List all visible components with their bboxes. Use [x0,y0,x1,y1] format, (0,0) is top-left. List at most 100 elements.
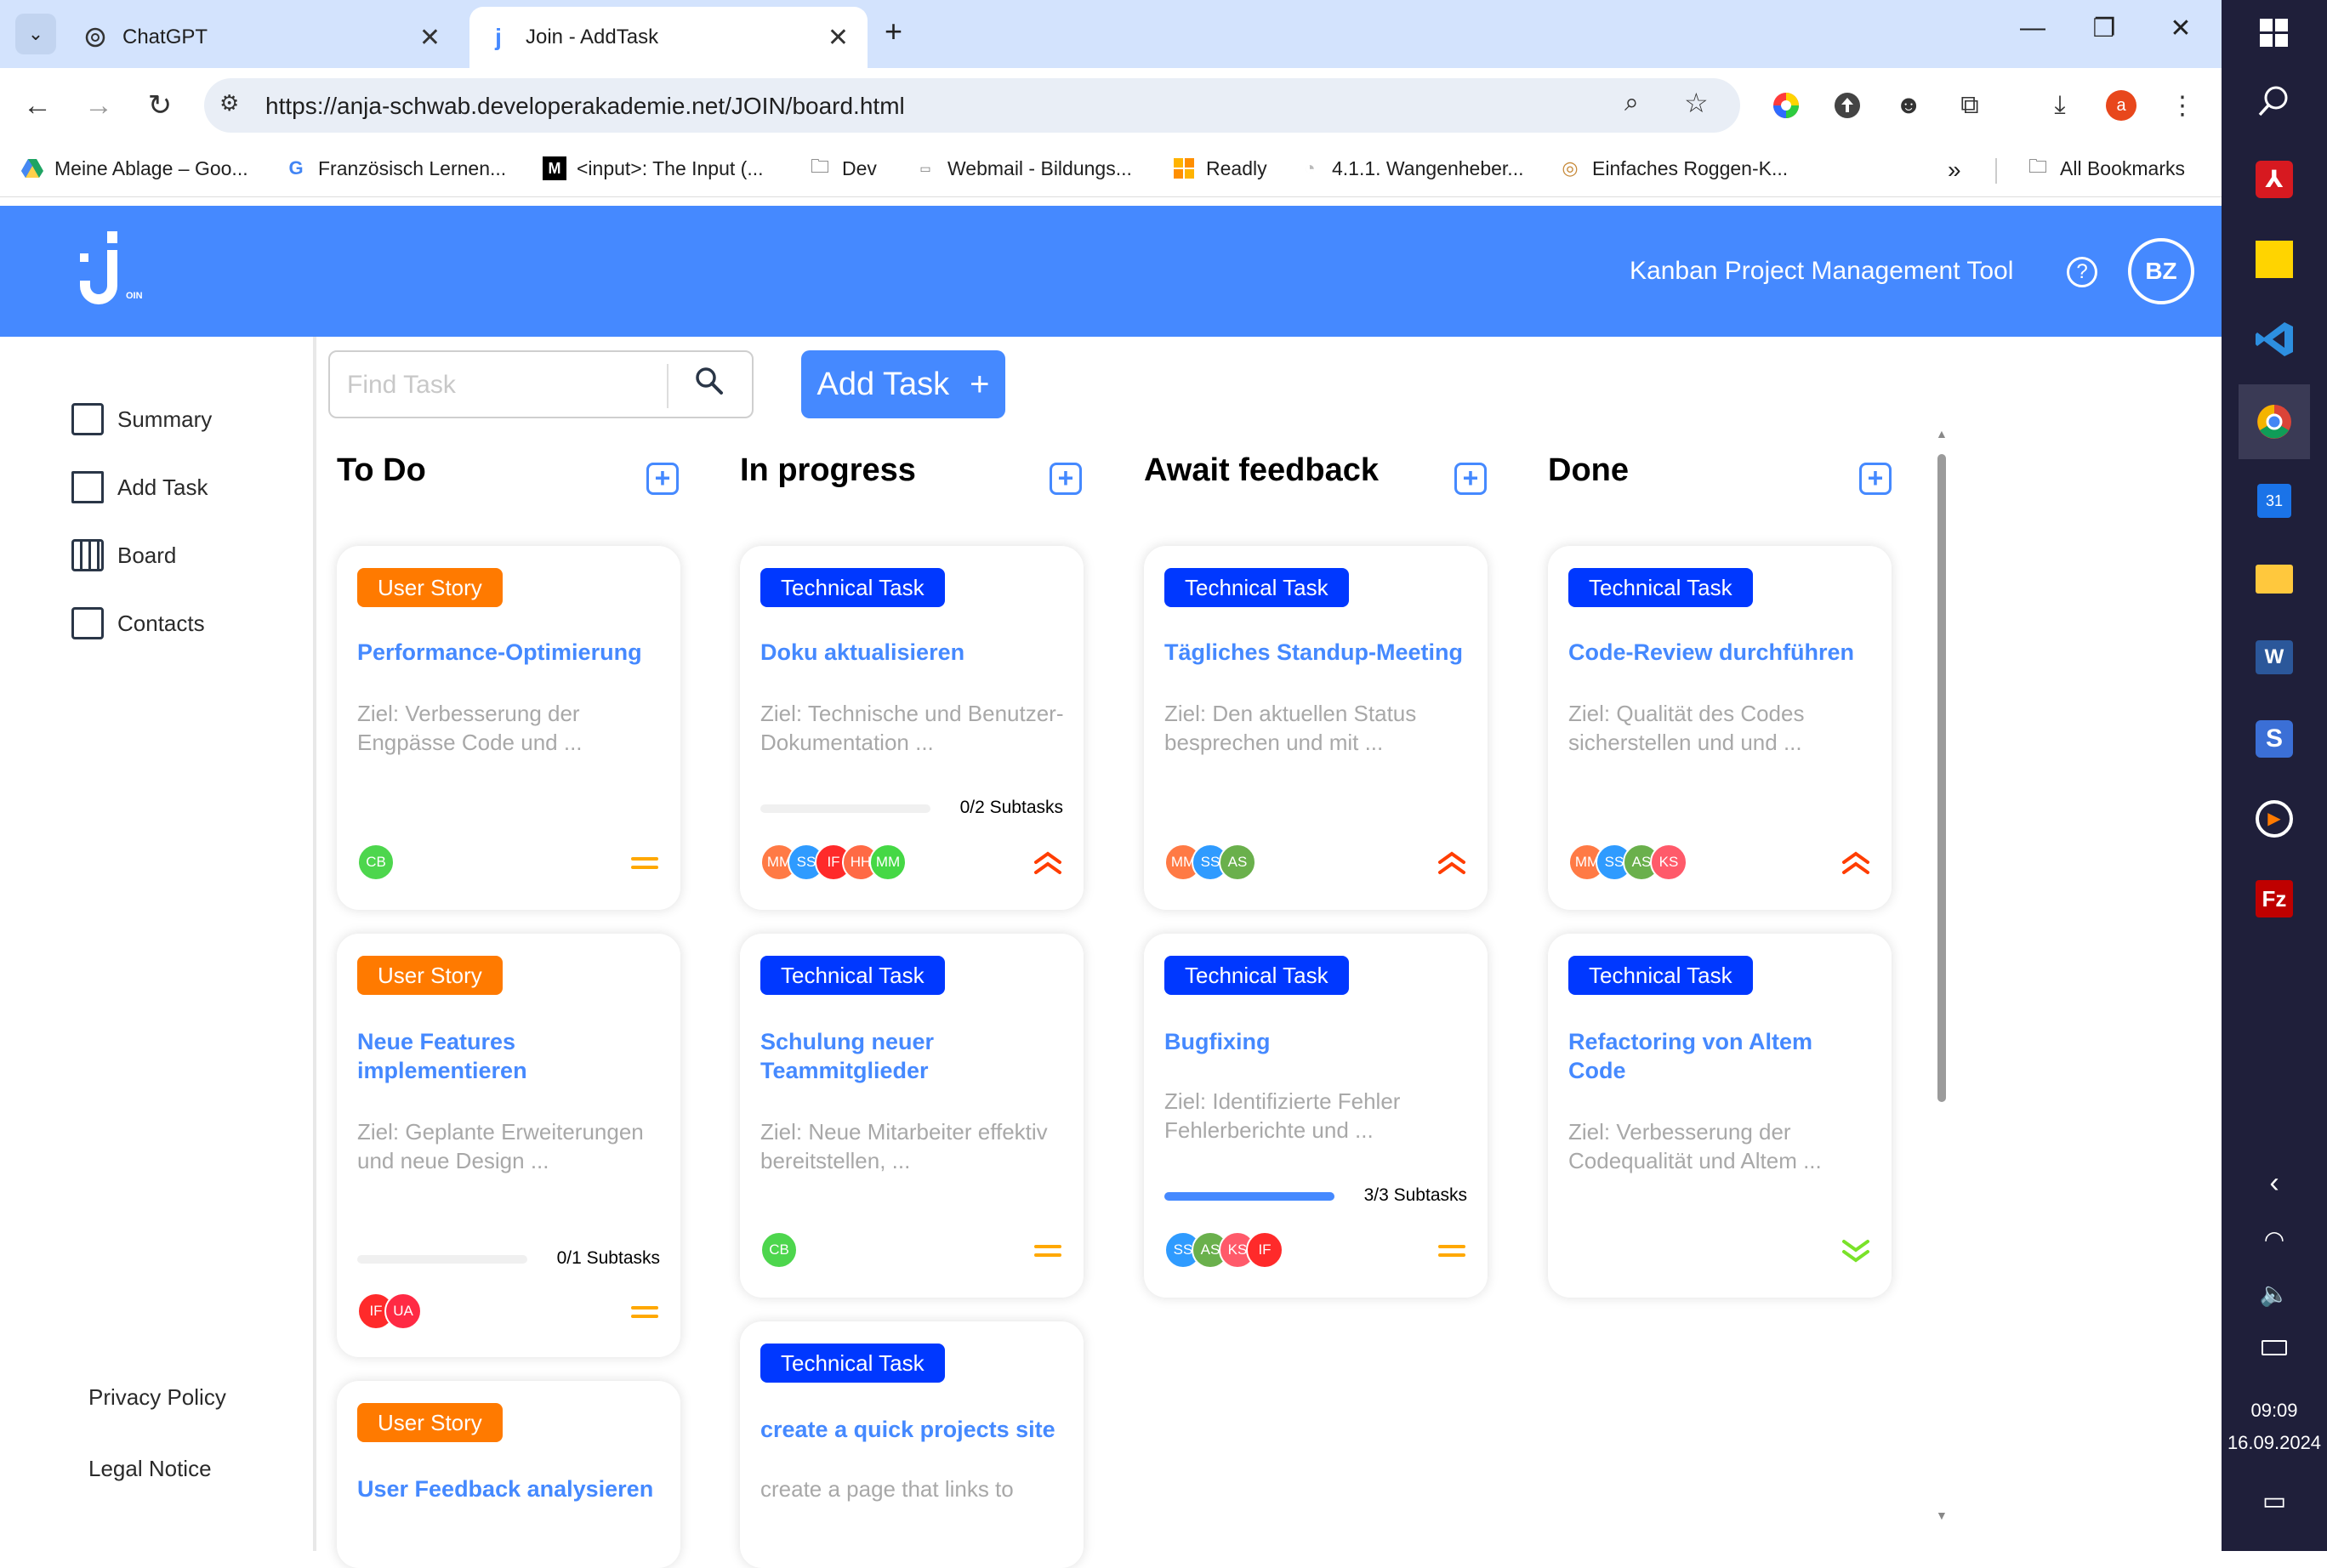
s-app-icon[interactable]: S [2239,709,2310,769]
profile-avatar[interactable]: a [2104,88,2138,122]
bookmark-item[interactable]: G Französisch Lernen... [284,156,506,180]
add-to-column-plus-icon[interactable]: + [646,463,679,495]
category-badge: User Story [357,568,503,607]
task-description: Ziel: Neue Mitarbeiter effektiv bereitst… [760,1119,1048,1173]
close-icon[interactable]: ✕ [828,23,849,53]
forward-icon[interactable]: → [80,87,117,124]
sidebar-item-board[interactable]: Board [71,539,176,571]
add-to-column-plus-icon[interactable]: + [1050,463,1082,495]
windows-start-icon[interactable] [2239,3,2310,63]
recipe-icon: ◎ [1562,157,1579,179]
vscode-icon[interactable] [2239,310,2310,369]
file-explorer-icon[interactable] [2239,549,2310,609]
media-player-icon[interactable]: ▶ [2239,789,2310,849]
legal-notice-link[interactable]: Legal Notice [88,1456,212,1482]
browser-tab-bar: ⌄ ChatGPT ✕ j Join - AddTask ✕ + — ❐ ✕ [0,0,2222,68]
add-to-column-plus-icon[interactable]: + [1454,463,1487,495]
back-icon[interactable]: ← [19,87,56,124]
taskbar-clock[interactable]: 09:09 16.09.2024 [2222,1395,2327,1459]
notifications-icon[interactable]: ▭ [2239,1471,2310,1531]
color-extension-icon[interactable] [1769,88,1803,122]
volume-icon[interactable]: 🔈 [2239,1264,2310,1323]
bookmark-item[interactable]: Meine Ablage – Goo... [20,156,248,180]
site-info-icon[interactable]: ⚙ [219,90,239,116]
task-card[interactable]: User Story User Feedback analysieren [337,1381,680,1568]
task-card[interactable]: Technical Task Refactoring von Altem Code… [1548,934,1892,1298]
task-card[interactable]: User Story Performance-Optimierung Ziel: V… [337,546,680,910]
sidebar-item-add-task[interactable]: Add Task [71,471,208,503]
task-description: Ziel: Verbesserung der Codequalität und … [1568,1119,1822,1173]
tab-chatgpt[interactable]: ChatGPT ✕ [66,7,459,68]
windows-search-icon[interactable] [2239,71,2310,131]
app-header: OIN Kanban Project Management Tool ? BZ [0,206,2222,337]
task-card[interactable]: Technical Task Code-Review durchführen Zie… [1548,546,1892,910]
scrollbar[interactable] [1937,454,1946,1102]
reload-icon[interactable]: ↻ [141,87,179,124]
download-icon[interactable]: ⤓ [2043,88,2077,122]
restore-icon[interactable]: ❐ [2079,14,2130,43]
bookmark-item[interactable]: ▭ Webmail - Bildungs... [913,156,1132,180]
window-close-icon[interactable]: ✕ [2155,14,2206,43]
sticky-notes-icon[interactable] [2239,230,2310,289]
google-icon: G [288,157,304,179]
subtask-progress-bar [1164,1192,1334,1201]
minimize-icon[interactable]: — [2007,14,2058,43]
task-card[interactable]: Technical Task Doku aktualisieren Ziel: Te… [740,546,1084,910]
calendar-icon[interactable]: 31 [2239,471,2310,531]
address-bar[interactable]: ⚙ https://anja-schwab.developerakademie.… [204,78,1740,133]
all-bookmarks-folder[interactable]: 🗀 All Bookmarks [2026,156,2185,180]
bookmark-star-icon[interactable]: ☆ [1684,87,1709,119]
zoom-icon[interactable]: ⌕ [1624,88,1639,117]
bookmark-folder[interactable]: 🗀 Dev [808,156,877,180]
bookmark-item[interactable]: M <input>: The Input (... [543,156,764,180]
task-card[interactable]: Technical Task Tägliches Standup-Meeting Z… [1144,546,1488,910]
tab-join-addtask[interactable]: j Join - AddTask ✕ [469,7,868,68]
battery-icon[interactable] [2239,1318,2310,1378]
sidebar-item-contacts[interactable]: Contacts [71,607,205,639]
assignee-avatars: SS AS KS IF [1164,1231,1283,1269]
chevron-left-icon[interactable]: ‹ [2239,1153,2310,1213]
upload-extension-icon[interactable] [1830,88,1864,122]
add-task-button[interactable]: Add Task + [801,350,1005,418]
assignee-avatar: MM [869,844,907,881]
task-description: create a page that links to [760,1476,1014,1502]
assignee-avatars: MM SS AS [1164,844,1256,881]
task-card[interactable]: Technical Task create a quick projects si… [740,1321,1084,1568]
bookmark-item[interactable]: ◔ 4.1.1. Wangenheber... [1298,156,1523,180]
scroll-down-arrow[interactable]: ▼ [1936,1508,1948,1522]
chrome-icon[interactable] [2239,384,2310,459]
new-tab-button[interactable]: + [885,14,902,49]
task-card[interactable]: Technical Task Bugfixing Ziel: Identifizie… [1144,934,1488,1298]
privacy-policy-link[interactable]: Privacy Policy [88,1384,226,1411]
bookmark-item[interactable]: ◎ Einfaches Roggen-K... [1558,156,1788,180]
subtask-count: 0/2 Subtasks [959,798,1063,817]
filezilla-icon[interactable]: Fz [2239,869,2310,929]
category-badge: User Story [357,1403,503,1442]
search-icon[interactable] [694,366,725,401]
scroll-up-arrow[interactable]: ▲ [1936,427,1948,440]
assignee-avatar: AS [1219,844,1256,881]
tab-list-button[interactable]: ⌄ [15,14,56,54]
mdn-icon: M [543,156,566,180]
user-avatar[interactable]: BZ [2128,238,2194,304]
task-title: Doku aktualisieren [760,639,965,665]
divider [1995,158,1997,184]
extension-panda-icon[interactable]: ☻ [1892,88,1926,122]
search-input[interactable] [347,367,636,403]
bookmark-item[interactable]: Readly [1172,156,1267,180]
extensions-puzzle-icon[interactable]: ⧉ [1953,88,1987,122]
readly-icon [1172,156,1196,180]
word-icon[interactable]: W [2239,628,2310,687]
network-icon[interactable]: ◠ [2239,1209,2310,1269]
join-logo[interactable]: OIN [77,230,153,315]
add-to-column-plus-icon[interactable]: + [1859,463,1892,495]
help-icon[interactable]: ? [2067,257,2097,287]
close-icon[interactable]: ✕ [419,23,441,53]
menu-kebab-icon[interactable]: ⋮ [2165,88,2199,122]
task-card[interactable]: User Story Neue Features implementieren Zi… [337,934,680,1357]
acrobat-icon[interactable]: ⅄ [2239,150,2310,209]
sidebar-item-summary[interactable]: Summary [71,403,212,435]
task-title: Bugfixing [1164,1029,1271,1054]
more-bookmarks-icon[interactable]: » [1948,156,1961,184]
task-card[interactable]: Technical Task Schulung neuer Teammitglie… [740,934,1084,1298]
